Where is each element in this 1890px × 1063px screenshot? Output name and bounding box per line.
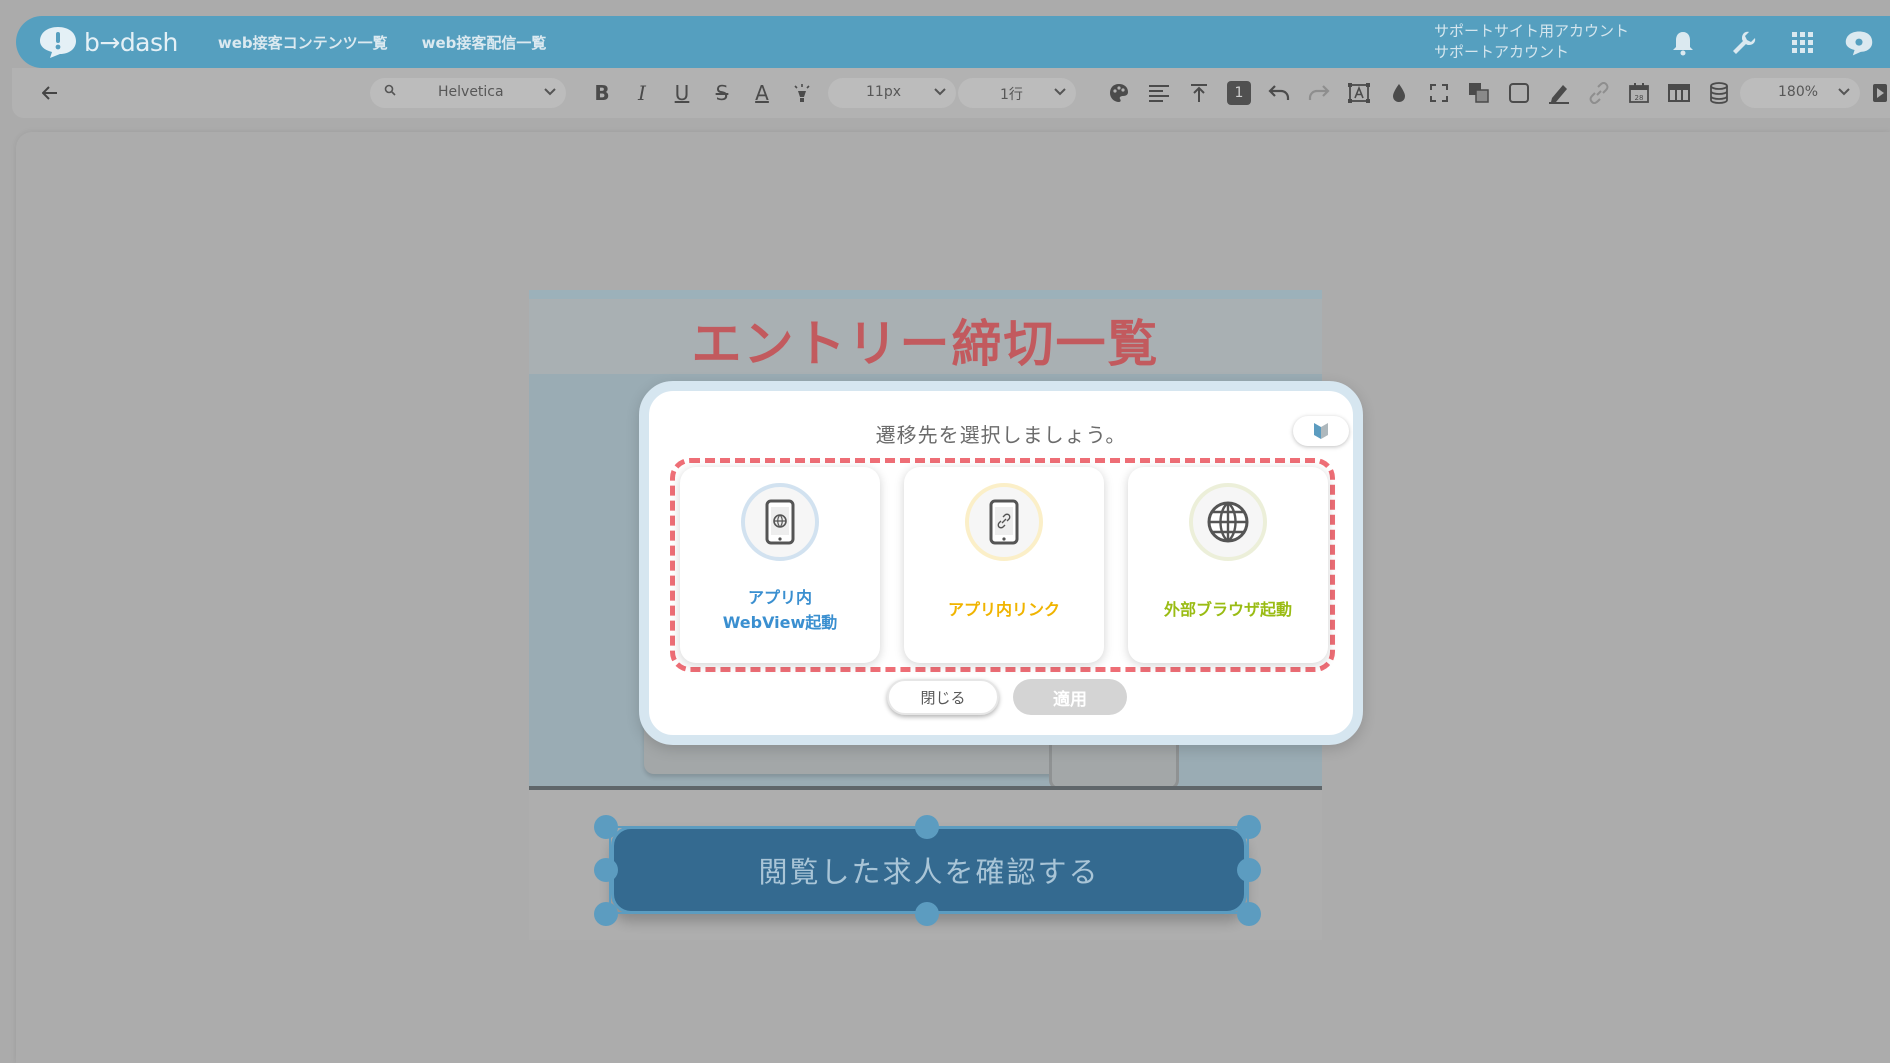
- editor-toolbar: Helvetica B I U S A 11px 1行 1 28 180%: [12, 68, 1890, 118]
- italic-icon[interactable]: I: [630, 80, 654, 106]
- resize-handle-bottom[interactable]: [915, 902, 939, 926]
- account-role: サポートアカウント: [1434, 43, 1570, 61]
- resize-handle-top-left[interactable]: [594, 815, 618, 839]
- resize-handle-top-right[interactable]: [1237, 815, 1261, 839]
- redo-icon[interactable]: [1306, 80, 1332, 106]
- beginner-mark-icon[interactable]: [1293, 416, 1349, 446]
- resize-handle-right[interactable]: [1237, 858, 1261, 882]
- logo-text: b→dash: [84, 27, 178, 57]
- font-size-value: 11px: [866, 84, 901, 100]
- document-title[interactable]: エントリー締切一覧: [529, 304, 1322, 376]
- phone-globe-icon: [741, 483, 819, 561]
- layers-icon[interactable]: [1466, 80, 1492, 106]
- option-card-webview[interactable]: アプリ内 WebView起動: [680, 467, 880, 663]
- pen-icon[interactable]: [1546, 80, 1572, 106]
- apps-grid-icon[interactable]: [1788, 28, 1818, 58]
- globe-icon: [1189, 483, 1267, 561]
- apply-button[interactable]: 適用: [1013, 679, 1127, 715]
- nav-delivery-list[interactable]: web接客配信一覧: [422, 32, 547, 53]
- nav-content-list[interactable]: web接客コンテンツ一覧: [218, 32, 388, 53]
- chevron-down-icon: [544, 85, 556, 101]
- chevron-down-icon: [1054, 85, 1066, 101]
- app-header: b→dash web接客コンテンツ一覧 web接客配信一覧 サポートサイト用アカ…: [16, 16, 1890, 68]
- resize-handle-top[interactable]: [915, 815, 939, 839]
- font-color-icon[interactable]: A: [750, 80, 774, 106]
- drop-icon[interactable]: [1386, 80, 1412, 106]
- option-label-line2: WebView起動: [722, 613, 838, 632]
- calendar-icon[interactable]: 28: [1626, 80, 1652, 106]
- option-card-external-browser[interactable]: 外部ブラウザ起動: [1128, 467, 1328, 663]
- font-family-value: Helvetica: [438, 84, 504, 100]
- table-icon[interactable]: [1666, 80, 1692, 106]
- valign-top-icon[interactable]: [1186, 80, 1212, 106]
- user-avatar-icon[interactable]: [1844, 28, 1874, 58]
- account-info[interactable]: サポートサイト用アカウント サポートアカウント: [1434, 21, 1629, 63]
- bold-icon[interactable]: B: [590, 80, 614, 106]
- bell-icon[interactable]: [1668, 28, 1698, 58]
- resize-handle-bottom-left[interactable]: [594, 902, 618, 926]
- search-icon: [384, 84, 396, 100]
- font-size-select[interactable]: 11px: [828, 78, 956, 108]
- option-label-line1: アプリ内: [747, 588, 812, 607]
- link-destination-modal: 遷移先を選択しましょう。 アプリ内 WebView起動 アプリ内リンク 外部ブラ…: [639, 381, 1363, 745]
- align-icon[interactable]: [1146, 80, 1172, 106]
- arrow-left-icon[interactable]: [38, 80, 62, 106]
- account-name: サポートサイト用アカウント: [1434, 22, 1630, 40]
- modal-title: 遷移先を選択しましょう。: [875, 423, 1127, 447]
- line-count-select[interactable]: 1行: [958, 78, 1076, 108]
- option-label-line1: アプリ内リンク: [947, 600, 1060, 619]
- close-button[interactable]: 閉じる: [887, 679, 999, 715]
- highlight-icon[interactable]: [790, 80, 814, 106]
- font-family-select[interactable]: Helvetica: [370, 78, 566, 108]
- zoom-select[interactable]: 180%: [1740, 78, 1860, 108]
- chevron-down-icon: [934, 85, 946, 101]
- logo-bubble-icon: [38, 25, 78, 59]
- border-icon[interactable]: [1506, 80, 1532, 106]
- layer-number-badge[interactable]: 1: [1226, 80, 1252, 106]
- chevron-down-icon: [1838, 85, 1850, 101]
- resize-handle-left[interactable]: [594, 858, 618, 882]
- main-nav: web接客コンテンツ一覧 web接客配信一覧: [218, 32, 547, 53]
- palette-icon[interactable]: [1106, 80, 1132, 106]
- svg-text:28: 28: [1635, 94, 1644, 102]
- line-count-value: 1行: [1000, 87, 1023, 103]
- option-card-app-link[interactable]: アプリ内リンク: [904, 467, 1104, 663]
- zoom-value: 180%: [1778, 84, 1819, 100]
- underline-icon[interactable]: U: [670, 80, 694, 106]
- database-icon[interactable]: [1706, 80, 1732, 106]
- resize-handle-bottom-right[interactable]: [1237, 902, 1261, 926]
- option-label-line1: 外部ブラウザ起動: [1163, 600, 1292, 619]
- fullscreen-icon[interactable]: [1426, 80, 1452, 106]
- text-box-icon[interactable]: [1346, 80, 1372, 106]
- undo-icon[interactable]: [1266, 80, 1292, 106]
- selection-outline: [609, 826, 1249, 914]
- link-icon[interactable]: [1586, 80, 1612, 106]
- phone-link-icon: [965, 483, 1043, 561]
- logo[interactable]: b→dash: [38, 25, 178, 59]
- wrench-icon[interactable]: [1729, 28, 1759, 58]
- play-icon[interactable]: [1872, 80, 1888, 106]
- strikethrough-icon[interactable]: S: [710, 80, 734, 106]
